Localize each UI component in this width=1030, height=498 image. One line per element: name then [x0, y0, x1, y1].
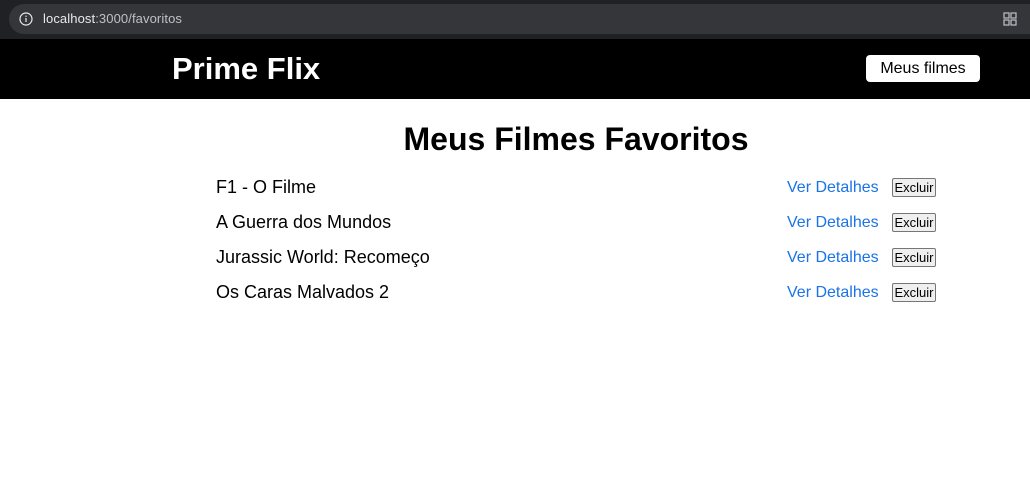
delete-button[interactable]: Excluir: [892, 248, 936, 267]
address-bar[interactable]: localhost:3000/favoritos: [9, 4, 1030, 34]
details-link[interactable]: Ver Detalhes: [787, 179, 879, 197]
movie-title: Jurassic World: Recomeço: [216, 247, 430, 267]
delete-button[interactable]: Excluir: [892, 213, 936, 232]
movie-title: F1 - O Filme: [216, 177, 317, 197]
delete-button[interactable]: Excluir: [892, 178, 936, 197]
site-header: Prime Flix Meus filmes: [0, 39, 1030, 99]
details-link[interactable]: Ver Detalhes: [787, 249, 879, 267]
url-host: localhost: [43, 11, 96, 26]
info-icon[interactable]: [19, 12, 33, 26]
details-link[interactable]: Ver Detalhes: [787, 284, 879, 302]
movie-title: A Guerra dos Mundos: [216, 212, 392, 232]
url-text[interactable]: localhost:3000/favoritos: [43, 11, 182, 26]
favorites-list: F1 - O Filme Ver Detalhes Excluir A Guer…: [216, 170, 938, 310]
delete-button[interactable]: Excluir: [892, 283, 936, 302]
site-logo[interactable]: Prime Flix: [172, 51, 320, 87]
list-item: Os Caras Malvados 2 Ver Detalhes Excluir: [216, 275, 938, 310]
browser-toolbar: localhost:3000/favoritos: [0, 0, 1030, 39]
page-title: Meus Filmes Favoritos: [403, 121, 749, 157]
details-link[interactable]: Ver Detalhes: [787, 214, 879, 232]
extensions-icon[interactable]: [1002, 11, 1018, 27]
list-item: A Guerra dos Mundos Ver Detalhes Excluir: [216, 205, 938, 240]
my-movies-link[interactable]: Meus filmes: [866, 55, 980, 82]
url-path: :3000/favoritos: [95, 11, 182, 26]
list-item: F1 - O Filme Ver Detalhes Excluir: [216, 170, 938, 205]
list-item: Jurassic World: Recomeço Ver Detalhes Ex…: [216, 240, 938, 275]
movie-title: Os Caras Malvados 2: [216, 282, 390, 302]
